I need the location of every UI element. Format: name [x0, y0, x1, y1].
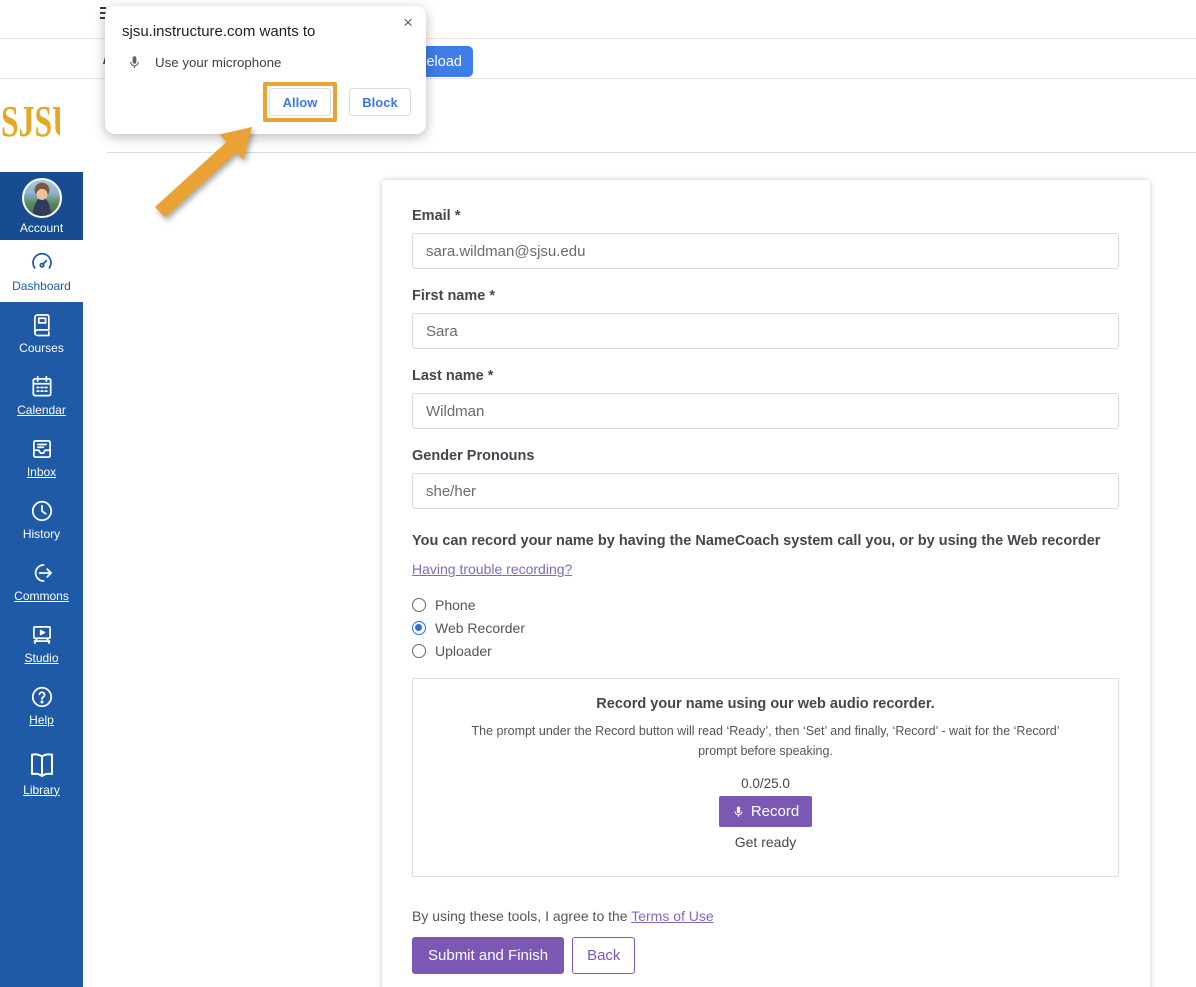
- trouble-recording-link[interactable]: Having trouble recording?: [412, 561, 572, 577]
- first-name-label: First name *: [412, 288, 1119, 304]
- submit-and-finish-button[interactable]: Submit and Finish: [412, 937, 564, 974]
- user-avatar: [22, 178, 62, 218]
- sidebar-item-label: Help: [29, 713, 54, 727]
- sidebar-item-label: Account: [20, 221, 63, 235]
- book-icon: [29, 312, 55, 338]
- inbox-tray-icon: [29, 436, 55, 462]
- sidebar-item-label: Calendar: [17, 403, 66, 417]
- allow-highlight-box: Allow: [263, 82, 337, 122]
- mic-permission-popup: sjsu.instructure.com wants to × Use your…: [105, 6, 426, 134]
- email-field[interactable]: [412, 233, 1119, 269]
- share-arrow-icon: [29, 560, 55, 586]
- radio-circle: [412, 644, 426, 658]
- recorder-status: Get ready: [423, 834, 1108, 850]
- sidebar-item-label: Courses: [19, 341, 64, 355]
- permission-request-row: Use your microphone: [127, 53, 281, 72]
- sidebar-item-dashboard[interactable]: Dashboard: [0, 240, 83, 302]
- sidebar-item-commons[interactable]: Commons: [0, 550, 83, 612]
- clock-icon: [29, 498, 55, 524]
- calendar-icon: [29, 374, 55, 400]
- microphone-icon: [732, 804, 745, 820]
- sidebar-item-help[interactable]: Help: [0, 674, 83, 736]
- sidebar-item-label: Dashboard: [12, 279, 71, 293]
- permission-origin-text: sjsu.instructure.com wants to: [122, 23, 315, 40]
- recorder-timer: 0.0/25.0: [423, 776, 1108, 791]
- first-name-field[interactable]: [412, 313, 1119, 349]
- sidebar-item-library[interactable]: Library: [0, 736, 83, 810]
- sidebar-item-history[interactable]: History: [0, 488, 83, 550]
- last-name-label: Last name *: [412, 368, 1119, 384]
- radio-circle: [412, 598, 426, 612]
- content-divider: [107, 152, 1196, 153]
- recorder-description: The prompt under the Record button will …: [466, 721, 1066, 761]
- sidebar-item-label: Library: [23, 783, 60, 797]
- sidebar-item-label: Inbox: [27, 465, 56, 479]
- dashboard-gauge-icon: [29, 250, 55, 276]
- sidebar-item-studio[interactable]: Studio: [0, 612, 83, 674]
- sidebar-item-label: Commons: [14, 589, 69, 603]
- terms-of-use-link[interactable]: Terms of Use: [631, 908, 713, 924]
- allow-button[interactable]: Allow: [269, 88, 331, 116]
- sidebar-item-courses[interactable]: Courses: [0, 302, 83, 364]
- block-button[interactable]: Block: [349, 88, 411, 116]
- terms-agreement-text: By using these tools, I agree to the Ter…: [412, 908, 1119, 924]
- gender-pronouns-label: Gender Pronouns: [412, 448, 1119, 464]
- sidebar-item-inbox[interactable]: Inbox: [0, 426, 83, 488]
- email-label: Email *: [412, 208, 1119, 224]
- namecoach-form-card: Email * First name * Last name * Gender …: [382, 180, 1150, 987]
- web-recorder-panel: Record your name using our web audio rec…: [412, 678, 1119, 877]
- radio-circle-selected: [412, 621, 426, 635]
- video-monitor-icon: [29, 622, 55, 648]
- recorder-title: Record your name using our web audio rec…: [423, 696, 1108, 712]
- permission-text: Use your microphone: [155, 55, 281, 70]
- gender-pronouns-field[interactable]: [412, 473, 1119, 509]
- radio-uploader[interactable]: Uploader: [412, 639, 1119, 662]
- recording-method-radios: Phone Web Recorder Uploader: [412, 593, 1119, 662]
- recording-intro-text: You can record your name by having the N…: [412, 533, 1119, 549]
- sjsu-logo[interactable]: SJSU: [1, 96, 60, 147]
- question-circle-icon: [29, 684, 55, 710]
- global-nav-sidebar: Account Dashboard Courses Calendar Inbox: [0, 172, 83, 987]
- form-actions: Submit and Finish Back: [412, 937, 1119, 974]
- sidebar-item-account[interactable]: Account: [0, 172, 83, 240]
- open-book-icon: [27, 750, 57, 780]
- sidebar-item-label: History: [23, 527, 60, 541]
- radio-phone[interactable]: Phone: [412, 593, 1119, 616]
- last-name-field[interactable]: [412, 393, 1119, 429]
- back-button[interactable]: Back: [572, 937, 635, 974]
- sidebar-item-calendar[interactable]: Calendar: [0, 364, 83, 426]
- radio-web-recorder[interactable]: Web Recorder: [412, 616, 1119, 639]
- record-button[interactable]: Record: [719, 796, 812, 827]
- microphone-icon: [127, 53, 142, 72]
- close-icon[interactable]: ×: [403, 14, 413, 31]
- popup-actions: Allow Block: [263, 82, 411, 122]
- sidebar-item-label: Studio: [24, 651, 58, 665]
